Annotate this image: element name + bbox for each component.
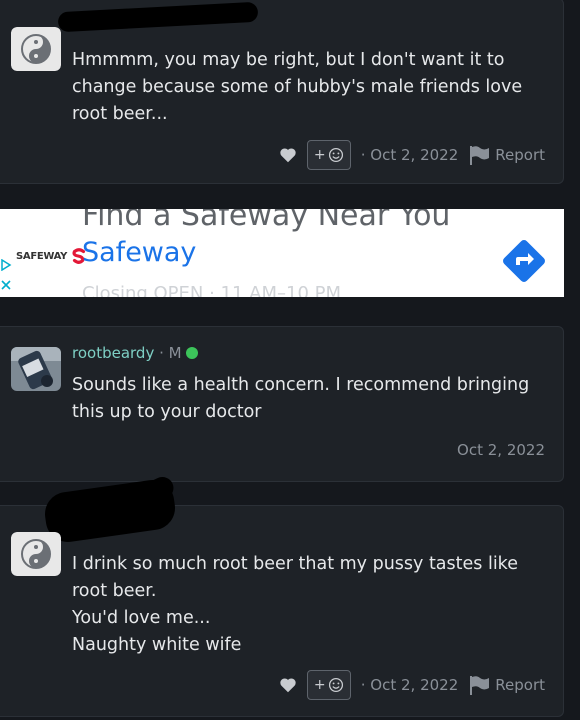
post-body: Sounds like a health concern. I recommen… bbox=[72, 372, 549, 426]
safeway-logo-text: SAFEWAY bbox=[16, 250, 68, 262]
ad-banner[interactable]: Find a Safeway Near You SAFEWAY Safeway … bbox=[0, 209, 564, 297]
smiley-icon bbox=[328, 147, 343, 163]
ad-choices-icon[interactable] bbox=[0, 259, 12, 271]
yin-yang-icon bbox=[11, 532, 61, 576]
ad-headline[interactable]: Find a Safeway Near You bbox=[82, 209, 450, 233]
avatar[interactable] bbox=[11, 532, 61, 576]
ad-brand[interactable]: Safeway bbox=[82, 237, 196, 268]
post-body: I drink so much root beer that my pussy … bbox=[72, 551, 549, 659]
post-body: Hmmmm, you may be right, but I don't wan… bbox=[72, 47, 549, 128]
flag-icon bbox=[470, 146, 490, 165]
post-actions: + · Oct 2, 2022 Report bbox=[279, 139, 545, 171]
react-button[interactable]: + bbox=[306, 140, 351, 170]
post-text: Hmmmm, you may be right, but I don't wan… bbox=[72, 50, 523, 124]
ad-hours-partial: Closing OPEN · 11 AM–10 PM bbox=[82, 283, 342, 297]
ad-close-icon[interactable] bbox=[0, 279, 12, 291]
flag-icon bbox=[470, 676, 490, 695]
username[interactable]: rootbeardy bbox=[72, 344, 154, 362]
redacted-username bbox=[57, 1, 259, 33]
react-plus-label: + bbox=[313, 677, 326, 693]
post-actions: + · Oct 2, 2022 Report bbox=[279, 669, 545, 701]
report-label: Report bbox=[495, 146, 545, 164]
post-card: rootbeardy · M Sounds like a health conc… bbox=[0, 326, 564, 482]
post-actions: Oct 2, 2022 bbox=[457, 434, 545, 466]
report-link[interactable]: Report bbox=[468, 145, 545, 165]
heart-icon[interactable] bbox=[279, 677, 297, 693]
user-meta: · M bbox=[154, 344, 182, 362]
avatar[interactable] bbox=[11, 347, 61, 391]
post-text: Naughty white wife bbox=[72, 635, 242, 655]
heart-icon[interactable] bbox=[279, 147, 297, 163]
report-link[interactable]: Report bbox=[468, 675, 545, 695]
safeway-logo: SAFEWAY bbox=[16, 247, 88, 265]
react-plus-label: + bbox=[313, 147, 326, 163]
smiley-icon bbox=[328, 677, 343, 693]
bottle-photo-icon bbox=[11, 347, 61, 391]
post-text: I drink so much root beer that my pussy … bbox=[72, 554, 518, 601]
post-card: Hmmmm, you may be right, but I don't wan… bbox=[0, 0, 564, 184]
report-label: Report bbox=[495, 676, 545, 694]
directions-arrow-icon[interactable] bbox=[500, 237, 548, 285]
post-text: You'd love me... bbox=[72, 608, 211, 628]
post-meta: rootbeardy · M bbox=[72, 344, 198, 362]
online-indicator bbox=[185, 347, 198, 359]
post-date[interactable]: · Oct 2, 2022 bbox=[361, 676, 459, 694]
avatar[interactable] bbox=[11, 27, 61, 71]
post-card: I drink so much root beer that my pussy … bbox=[0, 473, 564, 717]
post-date[interactable]: · Oct 2, 2022 bbox=[361, 146, 459, 164]
post-text: Sounds like a health concern. I recommen… bbox=[72, 375, 530, 422]
yin-yang-icon bbox=[11, 27, 61, 71]
react-button[interactable]: + bbox=[306, 670, 351, 700]
post-date[interactable]: Oct 2, 2022 bbox=[457, 441, 545, 459]
